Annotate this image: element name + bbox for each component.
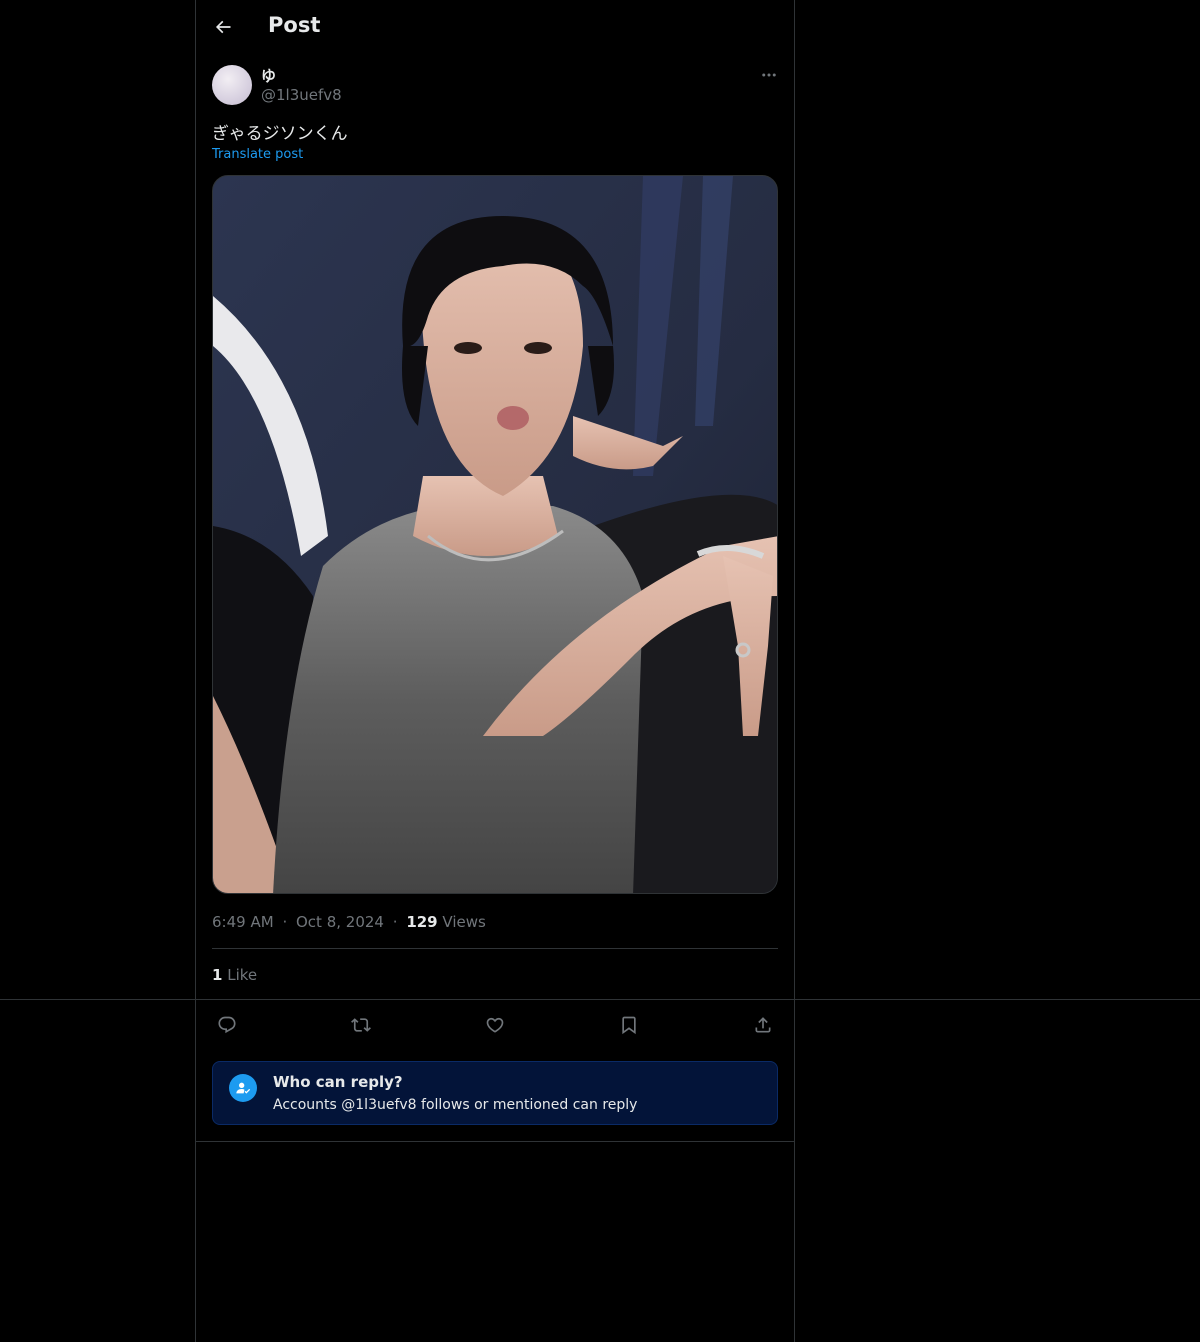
likes-count: 1 [212,966,223,984]
bookmark-button[interactable] [614,1010,644,1040]
divider [212,948,778,949]
photo-illustration [213,176,777,893]
translate-post-link[interactable]: Translate post [212,147,303,162]
post-date[interactable]: Oct 8, 2024 [296,913,384,931]
action-bar [212,1010,778,1042]
top-header: Post [196,0,794,54]
share-button[interactable] [748,1010,778,1040]
arrow-left-icon [215,20,231,34]
author-display-name[interactable]: ゆ [261,65,276,86]
bookmark-icon [622,1016,636,1035]
meta-separator: · [392,913,398,931]
post-media-image[interactable] [212,175,778,894]
reply-restriction-notice: Who can reply? Accounts @1l3uefv8 follow… [212,1061,778,1125]
like-icon [486,1017,504,1033]
post-text: ぎゃるジソンくん [212,124,348,144]
more-horizontal-icon [762,73,776,77]
views-count: 129 [406,913,438,931]
page-title: Post [268,13,321,37]
post-meta: 6:49 AM · Oct 8, 2024 · 129 Views [212,913,486,931]
post-time[interactable]: 6:49 AM [212,913,274,931]
author-handle[interactable]: @1l3uefv8 [261,86,342,104]
like-button[interactable] [480,1010,510,1040]
divider [196,1141,794,1142]
meta-separator: · [282,913,288,931]
repost-button[interactable] [346,1010,376,1040]
views-label: Views [442,913,486,931]
reply-restriction-title: Who can reply? [273,1073,403,1091]
avatar[interactable] [212,65,252,105]
likes-summary[interactable]: 1 Like [212,966,257,984]
more-options-button[interactable] [758,64,780,86]
likes-label: Like [227,966,258,984]
post-column: Post ゆ @1l3uefv8 ぎゃるジソンくん Translate post [195,0,795,1342]
reply-icon [218,1016,236,1034]
back-button[interactable] [206,10,240,44]
repost-icon [351,1018,371,1032]
mention-person-icon [229,1074,257,1102]
share-icon [755,1017,771,1033]
reply-button[interactable] [212,1010,242,1040]
reply-restriction-subtitle: Accounts @1l3uefv8 follows or mentioned … [273,1097,638,1113]
